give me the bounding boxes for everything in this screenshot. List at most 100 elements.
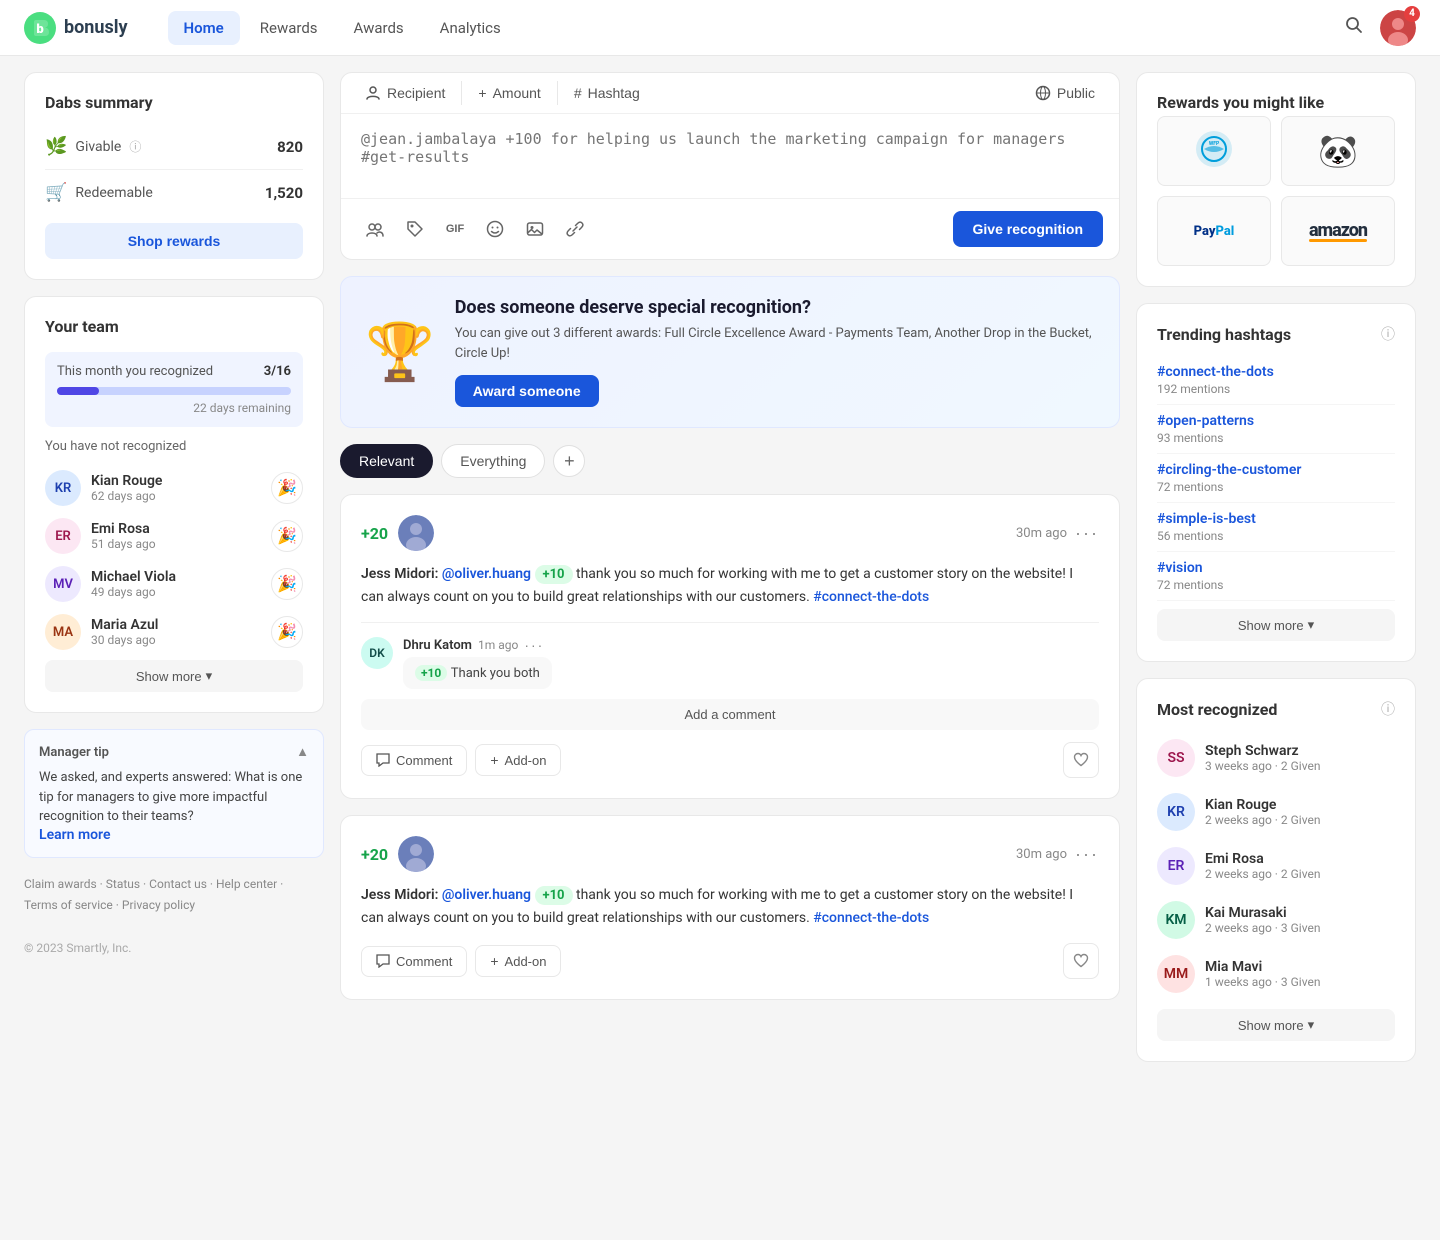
rewards-grid: WFP 🐼 PayPal xyxy=(1157,116,1395,266)
image-icon xyxy=(526,220,544,238)
hashtag-mentions: 56 mentions xyxy=(1157,529,1395,543)
logo[interactable]: b bonusly xyxy=(24,12,128,44)
recognize-member-button[interactable]: 🎉 xyxy=(271,472,303,504)
post-mention[interactable]: @oliver.huang xyxy=(442,887,531,903)
post-hashtag[interactable]: #connect-the-dots xyxy=(813,589,929,605)
post-points: +20 xyxy=(361,845,388,864)
hashtag-item: #connect-the-dots 192 mentions xyxy=(1157,356,1395,405)
reward-item-wfp[interactable]: WFP xyxy=(1157,116,1271,186)
terms-link[interactable]: Terms of service xyxy=(24,898,113,912)
team-member-time: 49 days ago xyxy=(91,585,261,599)
info-icon[interactable]: ⓘ xyxy=(1381,699,1395,719)
team-month-count: 3/16 xyxy=(264,364,291,379)
add-comment-button[interactable]: Add a comment xyxy=(361,699,1099,730)
tag-icon-button[interactable] xyxy=(397,211,433,247)
team-member-avatar: MA xyxy=(45,614,81,650)
addon-action-button[interactable]: + Add-on xyxy=(475,945,561,977)
rec-info: Steph Schwarz 3 weeks ago · 2 Given xyxy=(1205,743,1395,773)
nav-awards[interactable]: Awards xyxy=(338,11,420,45)
post-mention[interactable]: @oliver.huang xyxy=(442,566,531,582)
team-member-info: Emi Rosa 51 days ago xyxy=(91,521,261,551)
recognize-member-button[interactable]: 🎉 xyxy=(271,568,303,600)
trending-hashtags-card: Trending hashtags ⓘ #connect-the-dots 19… xyxy=(1136,303,1416,662)
right-sidebar: Rewards you might like WFP 🐼 xyxy=(1136,72,1416,1062)
collapse-tip-button[interactable]: ▲ xyxy=(296,744,309,760)
gif-button[interactable]: GIF xyxy=(437,211,473,247)
rec-avatar: SS xyxy=(1157,739,1195,777)
status-link[interactable]: Status xyxy=(106,877,140,891)
hashtag-button[interactable]: # Hashtag xyxy=(558,73,656,113)
give-recognition-button[interactable]: Give recognition xyxy=(953,211,1103,247)
copyright: © 2023 Smartly, Inc. xyxy=(24,941,324,955)
learn-more-link[interactable]: Learn more xyxy=(39,827,110,843)
emoji-button[interactable] xyxy=(477,211,513,247)
show-more-recognized-button[interactable]: Show more ▾ xyxy=(1157,1009,1395,1041)
reward-item-amazon[interactable]: amazon xyxy=(1281,196,1395,266)
show-more-hashtags-button[interactable]: Show more ▾ xyxy=(1157,609,1395,641)
dabs-summary-title: Dabs summary xyxy=(45,93,303,112)
nav-rewards[interactable]: Rewards xyxy=(244,11,334,45)
compose-input[interactable] xyxy=(341,114,1119,194)
section-header: Most recognized ⓘ xyxy=(1157,699,1395,719)
post-menu-button[interactable]: ··· xyxy=(1075,523,1099,544)
comment-action-button[interactable]: Comment xyxy=(361,745,467,776)
comment-avatar: DK xyxy=(361,637,393,669)
recipient-icon xyxy=(365,85,381,101)
group-icon-button[interactable] xyxy=(357,211,393,247)
filter-everything[interactable]: Everything xyxy=(441,444,545,478)
footer-links: Claim awards · Status · Contact us · Hel… xyxy=(24,874,324,917)
shop-rewards-button[interactable]: Shop rewards xyxy=(45,223,303,259)
rec-avatar: KR xyxy=(1157,793,1195,831)
rec-name[interactable]: Steph Schwarz xyxy=(1205,743,1395,759)
comment-menu-button[interactable]: ··· xyxy=(524,637,544,653)
hashtag-name[interactable]: #simple-is-best xyxy=(1157,511,1395,527)
hashtag-name[interactable]: #connect-the-dots xyxy=(1157,364,1395,380)
hashtag-name[interactable]: #vision xyxy=(1157,560,1395,576)
rec-name[interactable]: Kai Murasaki xyxy=(1205,905,1395,921)
rec-name[interactable]: Mia Mavi xyxy=(1205,959,1395,975)
chevron-down-icon: ▾ xyxy=(1308,1017,1315,1033)
heart-icon xyxy=(1073,752,1089,768)
amount-button[interactable]: + Amount xyxy=(462,73,556,113)
like-button[interactable] xyxy=(1063,742,1099,778)
hashtag-item: #simple-is-best 56 mentions xyxy=(1157,503,1395,552)
hashtag-name[interactable]: #circling-the-customer xyxy=(1157,462,1395,478)
like-button[interactable] xyxy=(1063,943,1099,979)
rec-name[interactable]: Kian Rouge xyxy=(1205,797,1395,813)
nav-analytics[interactable]: Analytics xyxy=(424,11,517,45)
your-team-title: Your team xyxy=(45,317,303,336)
addon-action-button[interactable]: + Add-on xyxy=(475,744,561,776)
award-someone-button[interactable]: Award someone xyxy=(455,375,599,407)
filter-relevant[interactable]: Relevant xyxy=(340,444,433,478)
rec-meta: 1 weeks ago · 3 Given xyxy=(1205,975,1395,989)
public-button[interactable]: Public xyxy=(1019,73,1111,113)
contact-us-link[interactable]: Contact us xyxy=(149,877,207,891)
comment-icon xyxy=(376,954,390,968)
search-button[interactable] xyxy=(1344,15,1364,40)
comment-action-button[interactable]: Comment xyxy=(361,946,467,977)
image-button[interactable] xyxy=(517,211,553,247)
rec-name[interactable]: Emi Rosa xyxy=(1205,851,1395,867)
link-button[interactable] xyxy=(557,211,593,247)
nav-home[interactable]: Home xyxy=(168,11,240,45)
post-author: Jess Midori: xyxy=(361,566,438,582)
post-hashtag[interactable]: #connect-the-dots xyxy=(813,910,929,926)
show-more-team-button[interactable]: Show more ▾ xyxy=(45,660,303,692)
recognize-member-button[interactable]: 🎉 xyxy=(271,616,303,648)
info-icon[interactable]: ⓘ xyxy=(129,138,141,155)
recipient-button[interactable]: Recipient xyxy=(349,73,461,113)
trophy-icon: 🏆 xyxy=(365,319,435,385)
claim-awards-link[interactable]: Claim awards xyxy=(24,877,97,891)
post-menu-button[interactable]: ··· xyxy=(1075,844,1099,865)
filter-add-button[interactable]: + xyxy=(553,445,585,477)
help-center-link[interactable]: Help center xyxy=(216,877,277,891)
reward-item-paypal[interactable]: PayPal xyxy=(1157,196,1271,266)
redeemable-label: 🛒 Redeemable xyxy=(45,182,153,203)
cart-icon: 🛒 xyxy=(45,182,67,203)
recognize-member-button[interactable]: 🎉 xyxy=(271,520,303,552)
user-avatar-wrapper[interactable]: 4 xyxy=(1380,10,1416,46)
reward-item-wwf[interactable]: 🐼 xyxy=(1281,116,1395,186)
hashtag-name[interactable]: #open-patterns xyxy=(1157,413,1395,429)
privacy-link[interactable]: Privacy policy xyxy=(122,898,195,912)
info-icon[interactable]: ⓘ xyxy=(1381,324,1395,344)
